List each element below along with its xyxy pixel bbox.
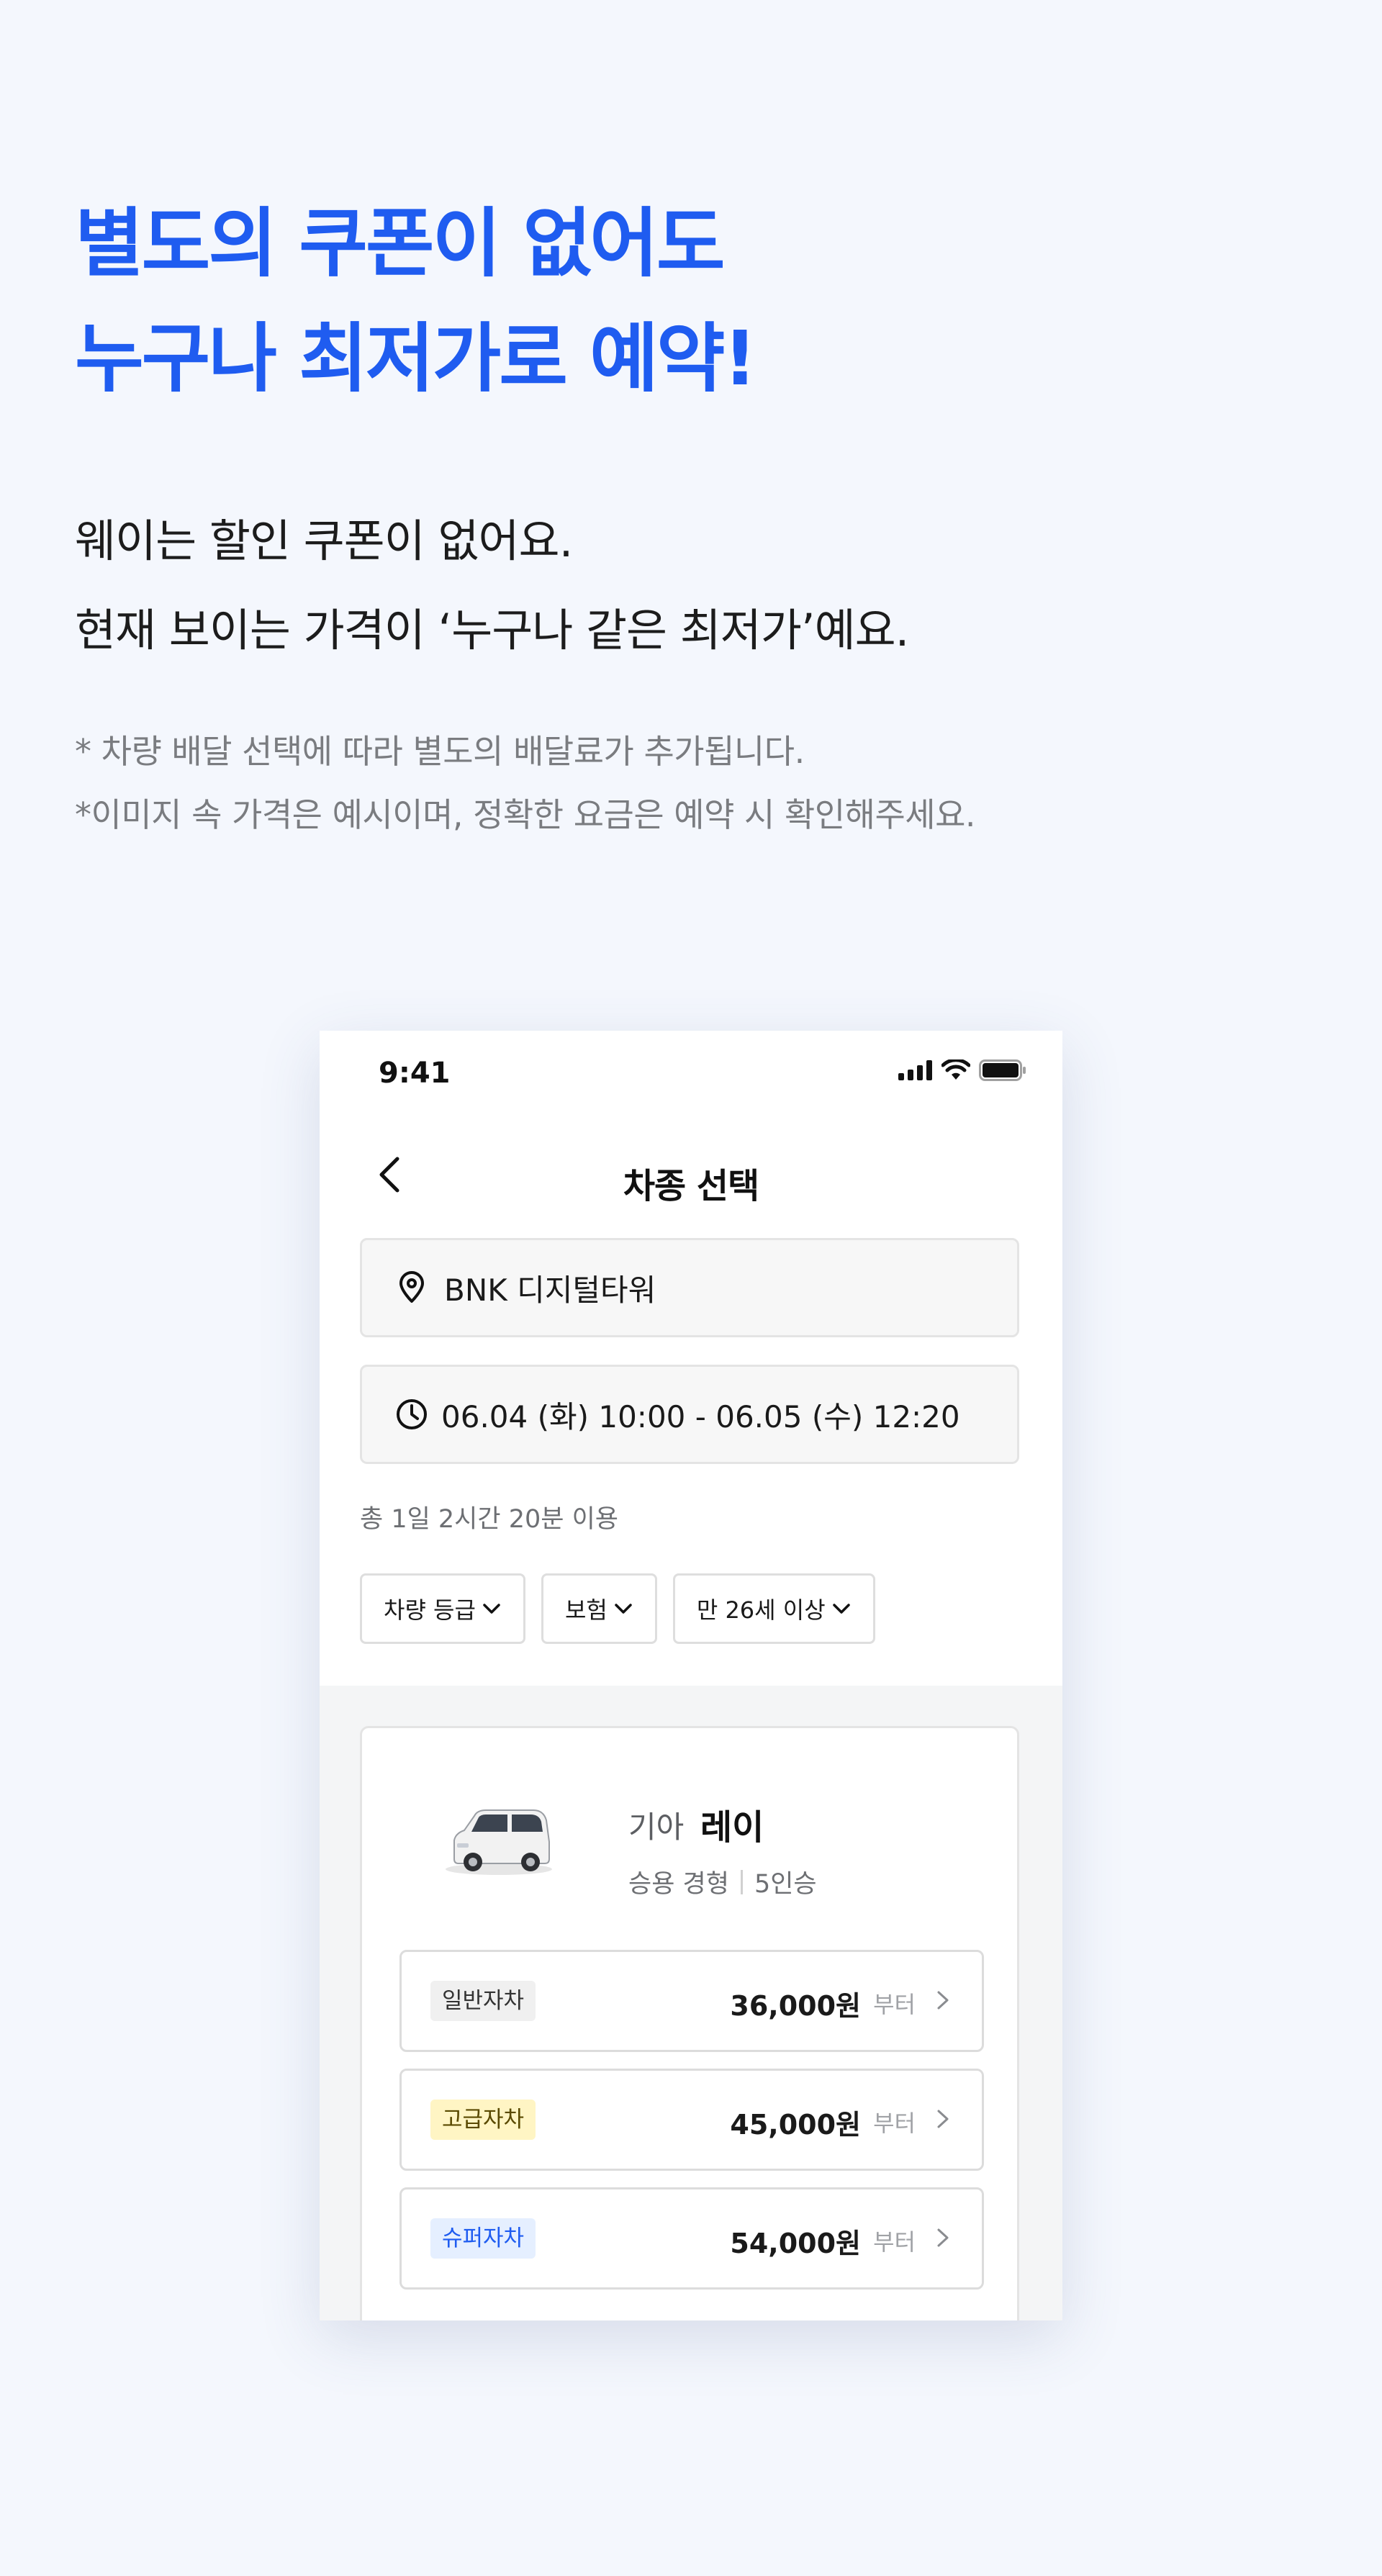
location-value: BNK 디지털타워 [444,1272,656,1308]
subcopy-line-1: 웨이는 할인 쿠폰이 없어요. [75,515,573,567]
filter-label: 만 26세 이상 [696,1596,826,1624]
option-price: 45,000원 [730,2109,861,2141]
option-price: 54,000원 [730,2228,861,2259]
filter-driver-age[interactable]: 만 26세 이상 [672,1573,875,1644]
footnotes: * 차량 배달 선택에 따라 별도의 배달료가 추가됩니다. *이미지 속 가격… [75,720,976,846]
wifi-icon [941,1059,970,1080]
filter-label: 차량 등급 [384,1596,476,1624]
phone-mockup: 9:41 차종 선택 BNK 디지털타워 06.04 (화) 10:00 - 0… [320,1031,1062,2320]
subcopy-line-2: 현재 보이는 가격이 ‘누구나 같은 최저가’예요. [75,604,909,656]
insurance-option-general[interactable]: 일반자차 36,000원 부터 [399,1950,984,2052]
option-price-suffix: 부터 [873,1991,916,2018]
chevron-down-icon [832,1604,850,1614]
filter-bar: 차량 등급 보험 만 26세 이상 [360,1573,875,1644]
filter-insurance[interactable]: 보험 [541,1573,657,1644]
car-model: 레이 [700,1807,764,1848]
chevron-down-icon [615,1604,632,1614]
filter-vehicle-grade[interactable]: 차량 등급 [360,1573,525,1644]
option-price: 36,000원 [730,1990,861,2022]
chevron-right-icon [937,2110,949,2128]
datetime-field[interactable]: 06.04 (화) 10:00 - 06.05 (수) 12:20 [360,1365,1019,1464]
status-bar: 9:41 [320,1031,1062,1103]
car-card: 기아 레이 승용 경형 5인승 일반자차 36,000원 부터 고급자차 45,… [360,1726,1019,2320]
car-spec-seats: 5인승 [754,1870,817,1899]
car-image [446,1809,552,1875]
car-brand: 기아 [628,1809,685,1845]
option-price-suffix: 부터 [873,2228,916,2256]
filter-label: 보험 [564,1596,608,1624]
insurance-option-premium[interactable]: 고급자차 45,000원 부터 [399,2069,984,2171]
car-spec: 승용 경형 5인승 [628,1863,817,1900]
rental-duration: 총 1일 2시간 20분 이용 [360,1505,618,1534]
status-time: 9:41 [379,1057,451,1090]
footnote-price: *이미지 속 가격은 예시이며, 정확한 요금은 예약 시 확인해주세요. [75,795,976,834]
headline: 별도의 쿠폰이 없어도 누구나 최저가로 예약! [75,186,757,416]
subcopy: 웨이는 할인 쿠폰이 없어요. 현재 보이는 가격이 ‘누구나 같은 최저가’예… [75,497,909,675]
chevron-right-icon [937,1991,949,2010]
datetime-value: 06.04 (화) 10:00 - 06.05 (수) 12:20 [441,1398,960,1434]
nav-bar: 차종 선택 [320,1131,1062,1218]
chevron-down-icon [483,1604,500,1614]
battery-icon [979,1059,1026,1081]
page-title: 차종 선택 [623,1166,759,1206]
chevron-right-icon [937,2228,949,2247]
map-pin-icon [399,1271,424,1303]
option-badge: 일반자차 [430,1981,536,2021]
option-price-suffix: 부터 [873,2110,916,2137]
location-field[interactable]: BNK 디지털타워 [360,1238,1019,1337]
headline-line-1: 별도의 쿠폰이 없어도 [75,199,726,287]
car-list: 기아 레이 승용 경형 5인승 일반자차 36,000원 부터 고급자차 45,… [320,1686,1062,2320]
car-spec-type: 승용 경형 [628,1870,729,1899]
headline-line-2: 누구나 최저가로 예약! [75,315,757,402]
footnote-delivery: * 차량 배달 선택에 따라 별도의 배달료가 추가됩니다. [75,732,805,771]
signal-icon [898,1060,932,1080]
status-icons [898,1059,1026,1081]
option-badge: 슈퍼자차 [430,2218,536,2259]
spec-divider [740,1869,743,1894]
insurance-option-super[interactable]: 슈퍼자차 54,000원 부터 [399,2187,984,2290]
clock-icon [397,1399,427,1429]
option-badge: 고급자차 [430,2100,536,2140]
